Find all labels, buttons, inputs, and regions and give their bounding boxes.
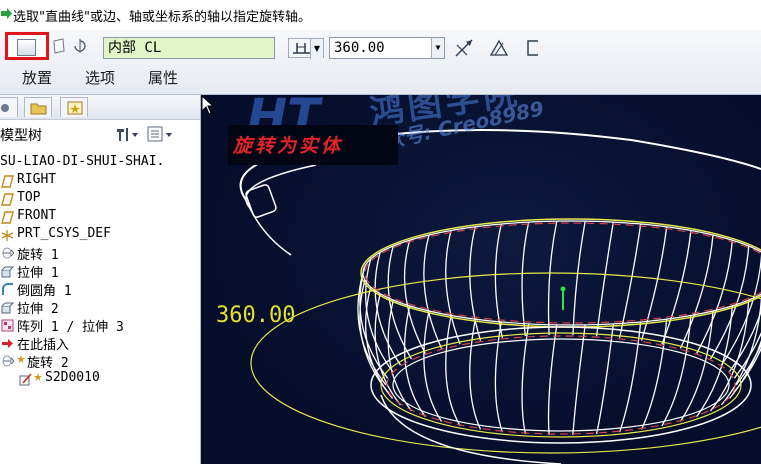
extrude-icon bbox=[1, 302, 14, 314]
tree-item-label: 拉伸 2 bbox=[17, 302, 59, 317]
navigator-panel: 模型树 SU-LIAO-DI-SHUI-SHAI. RIGHT TOP FRON… bbox=[0, 95, 201, 464]
tree-item-label: 拉伸 1 bbox=[17, 266, 59, 281]
revolve-icon bbox=[2, 247, 14, 259]
datum-plane-icon bbox=[1, 175, 14, 188]
basket-rib bbox=[679, 310, 714, 422]
model-tree-tab-icon bbox=[1, 104, 9, 112]
basket-rib bbox=[618, 321, 642, 433]
basket-rib bbox=[696, 240, 733, 354]
mouse-cursor-icon bbox=[201, 95, 215, 115]
tree-item-label: S2D0010 bbox=[45, 370, 100, 385]
tree-item-label: 阵列 1 / 拉伸 3 bbox=[17, 320, 124, 335]
annotation-text: 旋转为实体 bbox=[233, 135, 344, 157]
model-tree-header: 模型树 bbox=[0, 122, 200, 146]
tab-model-tree[interactable] bbox=[0, 97, 18, 117]
tree-item-label: RIGHT bbox=[17, 172, 57, 187]
model-tree-title: 模型树 bbox=[0, 128, 42, 144]
tab-folder-browser[interactable] bbox=[24, 97, 52, 117]
solid-button[interactable] bbox=[5, 32, 49, 60]
chevron-down-icon[interactable]: ▼ bbox=[310, 39, 323, 59]
basket-rib bbox=[494, 223, 504, 339]
basket-rib bbox=[445, 315, 461, 427]
basket-rib bbox=[572, 324, 586, 435]
favorites-icon bbox=[67, 101, 83, 115]
pattern-icon bbox=[1, 319, 14, 332]
basket-rib bbox=[445, 230, 461, 345]
sketch-icon bbox=[19, 373, 32, 386]
tab-properties[interactable]: 属性 bbox=[148, 67, 178, 88]
tree-item-label: 旋转 1 bbox=[17, 248, 59, 263]
basket-rib bbox=[521, 221, 530, 337]
message-bar: 选取"直曲线"或边、轴或坐标系的轴以指定旋转轴。 bbox=[0, 0, 761, 30]
tree-item-label: 旋转 2 bbox=[27, 356, 69, 371]
basket-rib bbox=[423, 234, 443, 349]
graphics-window[interactable]: HT 鸿图学院 微信公众号: Creo8989 旋转为实体 360.00 bbox=[201, 95, 761, 464]
tree-item-label: 倒圆角 1 bbox=[17, 284, 72, 299]
basket-rib bbox=[572, 220, 586, 336]
revolve-dashboard: 内部 CL ▼ 360.00 ▼ 放置 选项 属性 bbox=[0, 30, 761, 95]
angle-value-field[interactable]: 360.00 ▼ bbox=[329, 37, 445, 59]
show-menu-icon[interactable] bbox=[146, 125, 176, 143]
basket-rib bbox=[403, 305, 426, 417]
folder-icon bbox=[30, 103, 47, 115]
tree-item-label: PRT_CSYS_DEF bbox=[17, 226, 111, 241]
new-feature-star-icon bbox=[17, 352, 25, 367]
tab-options[interactable]: 选项 bbox=[85, 67, 115, 88]
flip-direction-icon[interactable] bbox=[453, 37, 475, 59]
angle-dimension-label[interactable]: 360.00 bbox=[216, 303, 295, 328]
thicken-sketch-icon[interactable] bbox=[520, 37, 542, 59]
extrude-icon bbox=[1, 266, 14, 278]
tab-favorites[interactable] bbox=[60, 97, 88, 117]
insert-here-icon bbox=[2, 339, 13, 348]
angle-option-button[interactable]: ▼ bbox=[288, 38, 324, 59]
tree-item-label: TOP bbox=[17, 190, 41, 205]
basket-rib bbox=[595, 221, 614, 337]
csys-icon bbox=[1, 230, 14, 241]
basket-rib bbox=[547, 220, 558, 336]
datum-plane-icon bbox=[1, 193, 14, 206]
tree-item-label: FRONT bbox=[17, 208, 57, 223]
tab-placement[interactable]: 放置 bbox=[22, 67, 52, 88]
surface-icon[interactable] bbox=[52, 38, 66, 54]
prompt-arrow-icon bbox=[1, 8, 12, 19]
basket-rib bbox=[547, 324, 558, 435]
new-feature-star-icon bbox=[34, 370, 42, 385]
basket-rib bbox=[403, 240, 426, 354]
axis-collector-field[interactable]: 内部 CL bbox=[103, 37, 275, 59]
tree-item-label: 在此插入 bbox=[17, 338, 70, 353]
datum-plane-icon bbox=[1, 211, 14, 224]
model-tree-toolbar bbox=[114, 125, 176, 143]
solid-icon bbox=[17, 39, 36, 56]
prompt-text: 选取"直曲线"或边、轴或坐标系的轴以指定旋转轴。 bbox=[13, 10, 311, 25]
revolve-icon bbox=[2, 355, 14, 367]
round-icon bbox=[2, 283, 13, 295]
navigator-tabs bbox=[0, 95, 200, 120]
chevron-down-icon[interactable]: ▼ bbox=[431, 38, 444, 58]
angle-value: 360.00 bbox=[334, 40, 385, 56]
rotate-axis-icon[interactable] bbox=[72, 38, 88, 54]
remove-material-icon[interactable] bbox=[488, 37, 510, 59]
tree-item-label: SU-LIAO-DI-SHUI-SHAI. bbox=[0, 154, 165, 169]
settings-icon[interactable] bbox=[114, 125, 140, 143]
